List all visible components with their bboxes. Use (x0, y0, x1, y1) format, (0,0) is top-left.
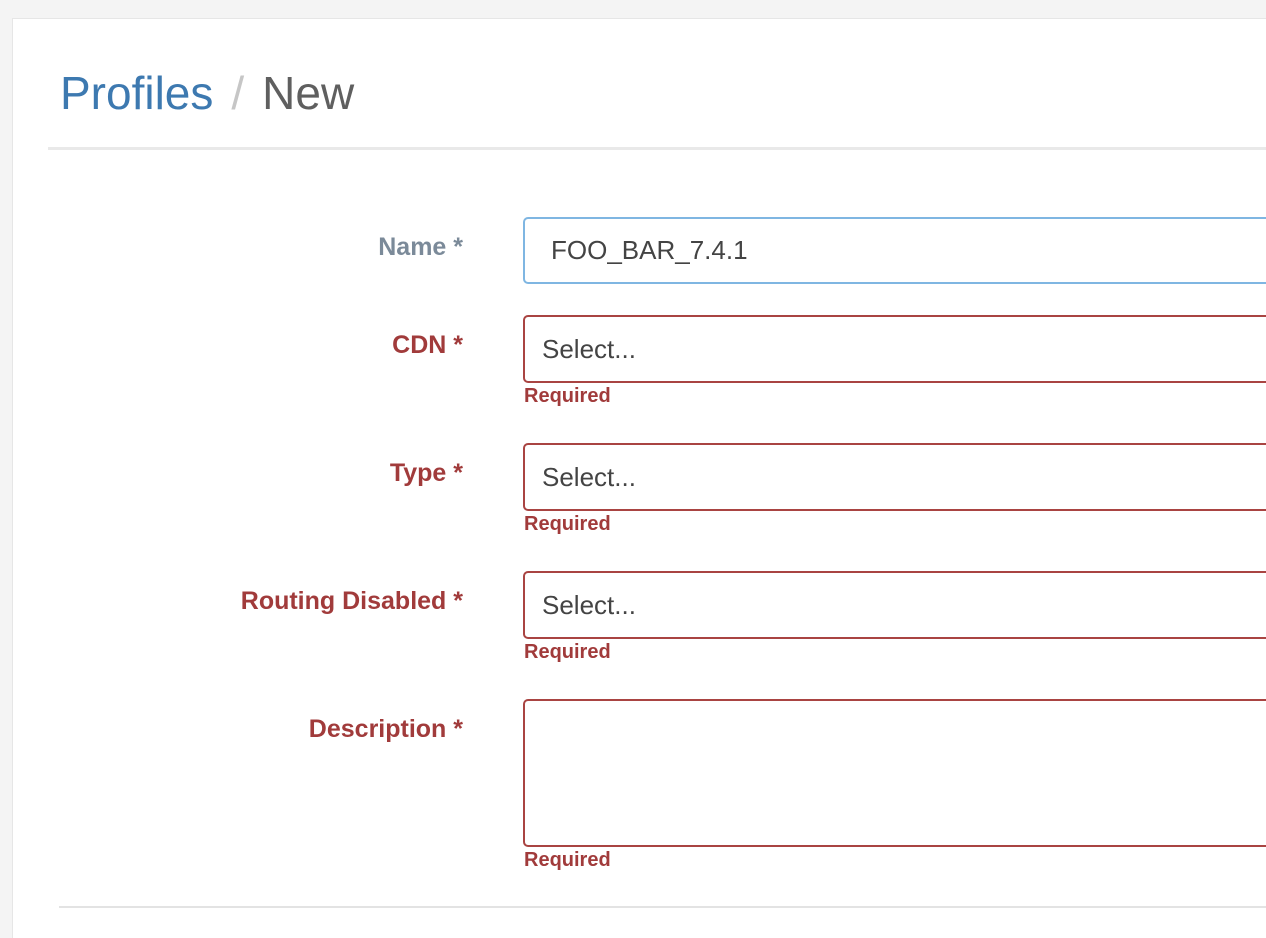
type-error: Required (524, 513, 611, 535)
name-label: Name * (378, 233, 463, 261)
title-divider (48, 147, 1266, 150)
routing-disabled-error: Required (524, 641, 611, 663)
type-label: Type * (389, 459, 463, 487)
form-footer-divider (59, 906, 1266, 908)
description-error: Required (524, 849, 611, 871)
content-panel: Profiles / New Name * FOO_BAR_7.4.1 CDN * … (12, 18, 1266, 938)
routing-disabled-select[interactable]: Select... (523, 571, 1266, 639)
cdn-select[interactable]: Select... (523, 315, 1266, 383)
breadcrumb-separator: / (231, 67, 245, 119)
cdn-error: Required (524, 385, 611, 407)
breadcrumb-profiles-link[interactable]: Profiles (60, 67, 213, 119)
description-textarea[interactable] (523, 699, 1266, 847)
cdn-label: CDN * (392, 331, 463, 359)
breadcrumb: Profiles / New (60, 63, 354, 123)
name-input[interactable]: FOO_BAR_7.4.1 (523, 217, 1266, 284)
routing-disabled-label: Routing Disabled * (240, 587, 463, 615)
description-label: Description * (308, 715, 463, 743)
breadcrumb-current: New (262, 67, 355, 119)
type-select[interactable]: Select... (523, 443, 1266, 511)
